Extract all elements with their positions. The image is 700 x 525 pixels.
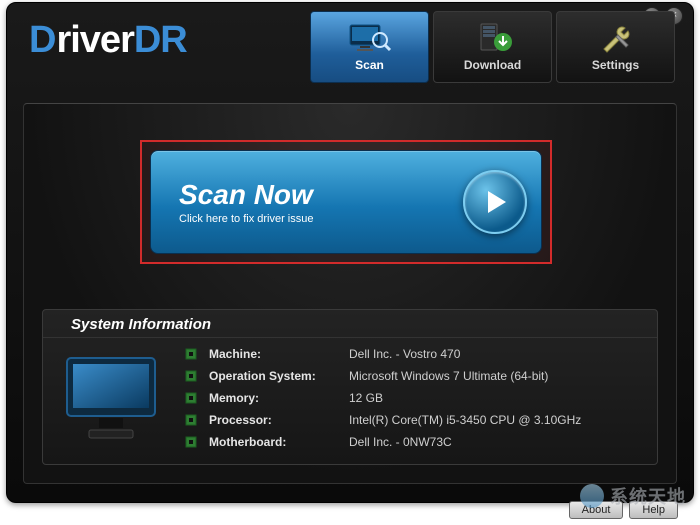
chip-icon <box>183 434 199 450</box>
logo-text-river: river <box>56 19 133 62</box>
system-info-body: Machine: Dell Inc. - Vostro 470 Operatio… <box>43 338 657 460</box>
system-info-panel: System Information Machine: Del <box>42 309 658 465</box>
logo-text-dr: DR <box>134 19 187 62</box>
tab-scan[interactable]: Scan <box>310 11 429 83</box>
label: Operation System: <box>209 369 339 383</box>
chip-icon <box>183 390 199 406</box>
chip-icon <box>183 346 199 362</box>
scan-now-button[interactable]: Scan Now Click here to fix driver issue <box>150 150 542 254</box>
scan-text: Scan Now Click here to fix driver issue <box>179 179 451 225</box>
system-info-heading: System Information <box>43 310 657 338</box>
value: 12 GB <box>349 391 383 405</box>
header: DriverDR Scan <box>29 19 675 97</box>
app-window: – × DriverDR Scan <box>6 2 694 503</box>
about-button[interactable]: About <box>569 501 624 519</box>
scan-subtitle: Click here to fix driver issue <box>179 213 451 225</box>
chip-icon <box>183 412 199 428</box>
help-button[interactable]: Help <box>629 501 678 519</box>
tab-download[interactable]: Download <box>433 11 552 83</box>
app-logo: DriverDR <box>29 19 187 62</box>
label: Machine: <box>209 347 339 361</box>
label: Memory: <box>209 391 339 405</box>
value: Intel(R) Core(TM) i5-3450 CPU @ 3.10GHz <box>349 413 581 427</box>
value: Microsoft Windows 7 Ultimate (64-bit) <box>349 369 548 383</box>
logo-text-driver-d: D <box>29 19 56 62</box>
scan-title: Scan Now <box>179 179 451 211</box>
system-info-rows: Machine: Dell Inc. - Vostro 470 Operatio… <box>183 346 643 450</box>
footer-buttons: About Help <box>569 501 678 519</box>
value: Dell Inc. - Vostro 470 <box>349 347 460 361</box>
label: Processor: <box>209 413 339 427</box>
tab-label: Settings <box>592 58 639 72</box>
server-download-icon <box>473 22 513 54</box>
nav-tabs: Scan Download <box>310 11 675 83</box>
row-motherboard: Motherboard: Dell Inc. - 0NW73C <box>183 434 643 450</box>
label: Motherboard: <box>209 435 339 449</box>
tab-label: Scan <box>355 58 384 72</box>
chip-icon <box>183 368 199 384</box>
monitor-search-icon <box>348 22 392 54</box>
tab-settings[interactable]: Settings <box>556 11 675 83</box>
row-processor: Processor: Intel(R) Core(TM) i5-3450 CPU… <box>183 412 643 428</box>
row-machine: Machine: Dell Inc. - Vostro 470 <box>183 346 643 362</box>
main-panel: Scan Now Click here to fix driver issue … <box>23 103 677 484</box>
tab-label: Download <box>464 58 521 72</box>
row-os: Operation System: Microsoft Windows 7 Ul… <box>183 368 643 384</box>
monitor-icon <box>57 346 165 450</box>
row-memory: Memory: 12 GB <box>183 390 643 406</box>
scan-highlight-frame: Scan Now Click here to fix driver issue <box>140 140 552 264</box>
play-icon <box>463 170 527 234</box>
value: Dell Inc. - 0NW73C <box>349 435 452 449</box>
tools-icon <box>598 22 634 54</box>
